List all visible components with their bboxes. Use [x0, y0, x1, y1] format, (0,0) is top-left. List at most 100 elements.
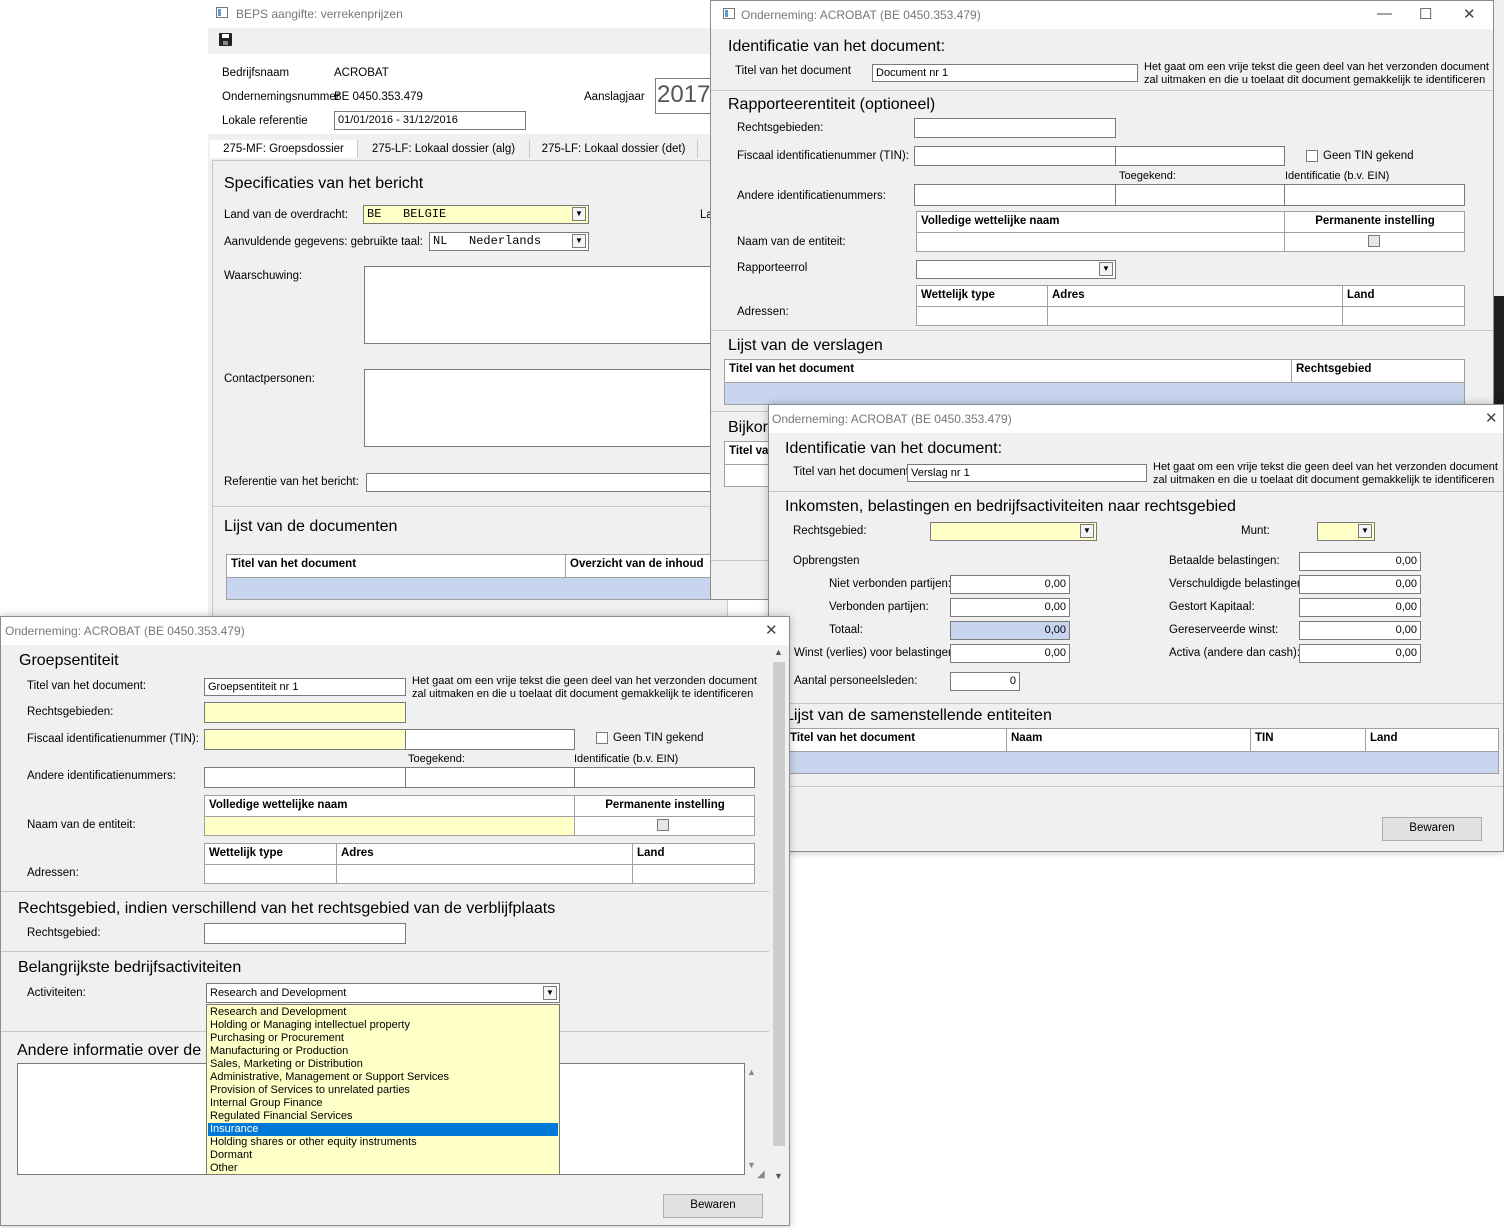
w1-tin-granted-input[interactable] [1115, 146, 1285, 166]
col-country[interactable]: Land [1343, 286, 1463, 306]
tax-year-field[interactable]: 2017 [655, 78, 715, 114]
w2-owed-tax-input[interactable]: 0,00 [1299, 575, 1421, 594]
warning-textarea[interactable] [364, 266, 724, 344]
w3-scrollbar[interactable]: ▲ ▼ [771, 645, 787, 1185]
w2-jur-select[interactable] [930, 522, 1097, 541]
chevron-down-icon[interactable]: ▼ [1358, 524, 1372, 538]
w1-name-grid[interactable]: Volledige wettelijke naam Permanente ins… [916, 211, 1465, 252]
w2-reserved-input[interactable]: 0,00 [1299, 621, 1421, 640]
w3-jur-input[interactable] [204, 702, 406, 723]
w3-other-ids-input-2[interactable] [405, 767, 575, 788]
tab-groepsdossier[interactable]: 275-MF: Groepsdossier [210, 140, 358, 158]
w2-save-button[interactable]: Bewaren [1382, 817, 1482, 841]
maximize-icon[interactable]: ☐ [1419, 5, 1432, 23]
w3-tin-input[interactable] [204, 729, 406, 750]
list-item[interactable]: Other [208, 1162, 558, 1175]
chevron-down-icon[interactable]: ▼ [572, 207, 586, 221]
w3-other-ids-input-1[interactable] [204, 767, 406, 788]
list-item[interactable]: Purchasing or Procurement [208, 1032, 558, 1045]
col-country[interactable]: Land [633, 844, 753, 864]
col-name[interactable]: Naam [1007, 729, 1250, 751]
activities-dropdown-list[interactable]: Research and Development Holding or Mana… [206, 1004, 560, 1175]
list-item[interactable]: Research and Development [208, 1006, 558, 1019]
list-item[interactable]: Holding shares or other equity instrumen… [208, 1136, 558, 1149]
w3-tin-granted-input[interactable] [405, 729, 575, 750]
close-icon[interactable]: ✕ [1485, 409, 1498, 427]
local-ref-input[interactable]: 01/01/2016 - 31/12/2016 [334, 111, 526, 130]
textarea-scroll-up-icon[interactable]: ▲ [747, 1067, 756, 1077]
save-disk-icon[interactable] [219, 33, 232, 46]
w1-no-tin-checkbox[interactable] [1306, 150, 1318, 162]
chevron-down-icon[interactable]: ▼ [1080, 524, 1094, 538]
list-item[interactable]: Regulated Financial Services [208, 1110, 558, 1123]
list-item[interactable]: Sales, Marketing or Distribution [208, 1058, 558, 1071]
list-item[interactable]: Dormant [208, 1149, 558, 1162]
tab-lokaal-alg[interactable]: 275-LF: Lokaal dossier (alg) [358, 140, 530, 158]
w2-profit-input[interactable]: 0,00 [950, 644, 1070, 663]
contacts-textarea[interactable] [364, 369, 724, 447]
msgref-input[interactable] [366, 473, 726, 492]
col-doc-title[interactable]: Titel van het document [227, 555, 565, 577]
w3-other-ids-input-3[interactable] [574, 767, 755, 788]
minimize-icon[interactable]: — [1377, 5, 1392, 22]
w2-capital-input[interactable]: 0,00 [1299, 598, 1421, 617]
col-overview[interactable]: Overzicht van de inhoud [566, 555, 728, 577]
w1-address-grid[interactable]: Wettelijk type Adres Land [916, 285, 1465, 326]
w3-doc-title-input[interactable]: Groepsentiteit nr 1 [204, 678, 406, 696]
list-item[interactable]: Administrative, Management or Support Se… [208, 1071, 558, 1084]
col-country[interactable]: Land [1366, 729, 1498, 751]
w1-role-select[interactable] [916, 260, 1116, 279]
list-item[interactable]: Provision of Services to unrelated parti… [208, 1084, 558, 1097]
table-row[interactable] [725, 383, 1464, 404]
w3-address-grid[interactable]: Wettelijk type Adres Land [204, 843, 755, 884]
list-item[interactable]: Holding or Managing intellectuel propert… [208, 1019, 558, 1032]
close-icon[interactable]: ✕ [765, 621, 778, 639]
col-legal-type[interactable]: Wettelijk type [917, 286, 1047, 306]
w2-employees-input[interactable]: 0 [950, 672, 1020, 691]
scroll-down-icon[interactable]: ▼ [774, 1171, 783, 1181]
col-tin[interactable]: TIN [1251, 729, 1365, 751]
w2-unrelated-input[interactable]: 0,00 [950, 575, 1070, 594]
w1-tin-input[interactable] [914, 146, 1116, 166]
col-jurisdiction[interactable]: Rechtsgebied [1292, 360, 1464, 382]
w1-other-ids-input-1[interactable] [914, 184, 1116, 206]
language-select[interactable]: NL Nederlands [429, 232, 589, 251]
w3-jur2-input[interactable] [204, 923, 406, 944]
w3-full-name-cell[interactable] [205, 817, 574, 835]
scroll-up-icon[interactable]: ▲ [774, 647, 783, 657]
chevron-down-icon[interactable]: ▼ [572, 234, 586, 248]
w2-assets-input[interactable]: 0,00 [1299, 644, 1421, 663]
close-icon[interactable]: ✕ [1463, 5, 1476, 23]
w1-other-ids-input-2[interactable] [1115, 184, 1285, 206]
w2-doc-title-input[interactable]: Verslag nr 1 [907, 464, 1147, 482]
list-item[interactable]: Insurance [208, 1123, 558, 1136]
w1-jur-input[interactable] [914, 118, 1116, 138]
w1-perm-checkbox[interactable] [1368, 235, 1380, 247]
col-perm[interactable]: Permanente instelling [575, 796, 755, 816]
col-perm[interactable]: Permanente instelling [1285, 212, 1465, 232]
table-row[interactable] [227, 578, 728, 599]
w2-related-input[interactable]: 0,00 [950, 598, 1070, 617]
col-doc-title[interactable]: Titel van het document [786, 729, 1006, 751]
w3-activities-select[interactable]: Research and Development [206, 983, 560, 1003]
w3-name-grid[interactable]: Volledige wettelijke naam Permanente ins… [204, 795, 755, 836]
tab-lokaal-det[interactable]: 275-LF: Lokaal dossier (det) [530, 140, 698, 158]
docs-grid[interactable]: Titel van het document Overzicht van de … [226, 554, 728, 600]
col-full-name[interactable]: Volledige wettelijke naam [205, 796, 574, 816]
w1-doc-title-input[interactable]: Document nr 1 [872, 64, 1138, 82]
list-item[interactable]: Internal Group Finance [208, 1097, 558, 1110]
chevron-down-icon[interactable]: ▼ [1099, 262, 1113, 276]
col-legal-type[interactable]: Wettelijk type [205, 844, 336, 864]
w3-no-tin-checkbox[interactable] [596, 732, 608, 744]
col-doc-title[interactable]: Titel van het document [725, 360, 1291, 382]
col-address[interactable]: Adres [337, 844, 632, 864]
col-address[interactable]: Adres [1048, 286, 1342, 306]
country-select[interactable]: BE BELGIE [363, 205, 589, 224]
list-item[interactable]: Manufacturing or Production [208, 1045, 558, 1058]
w1-other-ids-input-3[interactable] [1284, 184, 1465, 206]
chevron-down-icon[interactable]: ▼ [543, 986, 557, 1000]
table-row[interactable] [786, 752, 1498, 773]
w1-reports-grid[interactable]: Titel van het document Rechtsgebied [724, 359, 1465, 405]
w2-entities-grid[interactable]: Titel van het document Naam TIN Land [785, 728, 1499, 774]
resize-grip-icon[interactable]: ◢ [757, 1169, 765, 1180]
